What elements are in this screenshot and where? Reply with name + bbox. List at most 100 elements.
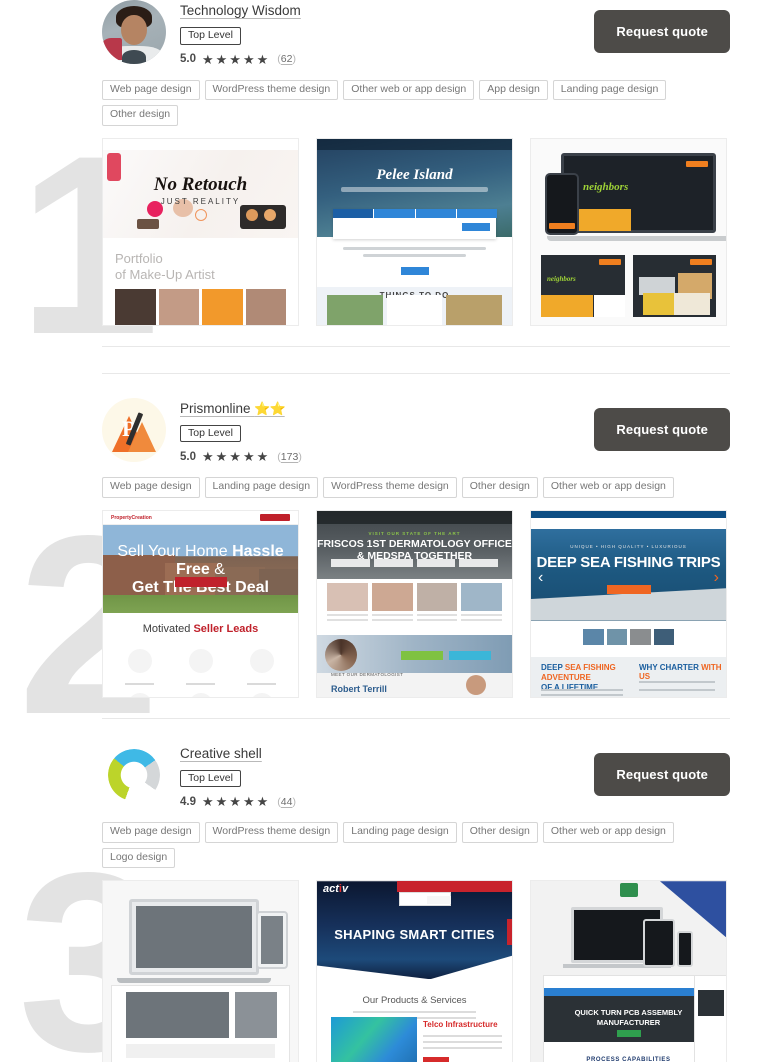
portfolio-feature-label: Telco Infrastructure [423,1020,498,1030]
seller-name-row: Technology Wisdom [180,2,594,20]
seller-listing-page: 1 Technology Wisdom Top Level 5.0 ★★★★★ … [0,0,764,1062]
portfolio-section-label: Portfolio of Make-Up Artist [115,250,215,283]
rating-score: 5.0 [180,450,196,463]
portfolio-item[interactable]: No Retouch JUST REALITY Portfolio of Make… [102,137,299,326]
review-count-number: 44 [280,795,293,808]
listing-divider [102,372,730,374]
portfolio-title: Pelee Island [376,166,453,183]
tag-landing-page-design[interactable]: Landing page design [343,822,457,843]
seller-name-text: Creative shell [180,745,262,761]
rating-row: 5.0 ★★★★★ (173) [180,450,594,463]
review-count[interactable]: (173) [277,451,302,463]
top-level-badge: Top Level [180,769,241,788]
tag-other-web-or-app-design[interactable]: Other web or app design [343,79,475,101]
top-level-badge: Top Level [180,424,241,443]
portfolio-caption: MEET OUR DERMATOLOGIST [331,671,404,677]
portfolio-section-label: Motivated Seller Leads [142,622,259,635]
portfolio-section-label-2: WHY CHARTER WITH US [639,662,722,681]
portfolio-section-label: Our Products & Services [362,995,467,1007]
seller-name-row: Creative shell [180,745,594,763]
seller-name-link[interactable]: Creative shell [180,746,262,761]
request-quote-button[interactable]: Request quote [594,10,730,53]
portfolio-item[interactable]: activ SHAPING SMART CITIES Our Products … [316,880,513,1062]
portfolio-title: SHAPING SMART CITIES [334,927,495,943]
seller-name-emoji: ⭐⭐ [254,400,285,416]
tag-wordpress-theme-design[interactable]: WordPress theme design [204,822,339,843]
tag-web-page-design[interactable]: Web page design [102,477,200,498]
carousel-prev-icon[interactable]: ‹ [538,569,543,587]
rating-row: 4.9 ★★★★★ (44) [180,795,594,808]
listing-divider [102,345,730,347]
seller-header: P Prismonline ⭐⭐ Top Level 5.0 ★★★★★ (17… [102,397,730,463]
carousel-next-icon[interactable]: › [714,569,719,587]
portfolio-thumbnails: No Retouch JUST REALITY Portfolio of Make… [102,137,730,326]
review-count[interactable]: (62) [277,53,296,65]
seller-listing: 1 Technology Wisdom Top Level 5.0 ★★★★★ … [0,0,764,374]
portfolio-title: DEEP SEA FISHING TRIPS [536,553,721,571]
portfolio-thumbnails: activ SHAPING SMART CITIES Our Products … [102,880,730,1062]
portfolio-title: Sell Your Home Hassle Free & Get The Best… [117,542,284,597]
portfolio-item[interactable]: VISIT OUR STATE OF THE ART FRISCOS 1ST D… [316,509,513,698]
avatar-image-prismonline[interactable]: P [102,397,166,462]
portfolio-item[interactable]: Pelee Island THINGS TO DO [316,137,513,326]
portfolio-title: No Retouch [153,173,248,195]
rating-row: 5.0 ★★★★★ (62) [180,53,594,66]
seller-header: Technology Wisdom Top Level 5.0 ★★★★★ (6… [102,0,730,66]
service-tags: Web page design WordPress theme design L… [102,822,730,869]
seller-header: Creative shell Top Level 4.9 ★★★★★ (44) … [102,742,730,808]
avatar[interactable] [102,0,166,64]
tag-other-web-or-app-design[interactable]: Other web or app design [542,822,674,843]
portfolio-title: QUICK TURN PCB ASSEMBLY MANUFACTURER [574,1008,683,1027]
tag-landing-page-design[interactable]: Landing page design [204,477,319,498]
tag-other-design[interactable]: Other design [461,822,538,843]
portfolio-section-label: PROCESS CAPABILITIES [586,1057,671,1062]
review-count-number: 173 [280,450,299,463]
review-count[interactable]: (44) [277,796,296,808]
portfolio-item[interactable]: neighbors neighbors [530,137,727,326]
seller-name-row: Prismonline ⭐⭐ [180,400,594,418]
paren-close: ) [292,53,296,65]
star-rating-icon: ★★★★★ [202,51,271,67]
paren-close: ) [298,450,302,463]
rating-score: 5.0 [180,53,196,65]
tag-other-design[interactable]: Other design [461,477,538,498]
seller-name-link[interactable]: Prismonline ⭐⭐ [180,400,286,417]
portfolio-thumbnails: PropertyCreation Sell Your Home Hassle F… [102,509,730,698]
tag-wordpress-theme-design[interactable]: WordPress theme design [204,79,339,101]
paren-close: ) [292,795,296,808]
tag-web-page-design[interactable]: Web page design [102,79,200,101]
avatar-image-technology-wisdom[interactable] [102,0,166,64]
portfolio-item[interactable] [102,880,299,1062]
listing-divider [102,717,730,719]
tag-logo-design[interactable]: Logo design [102,847,176,869]
portfolio-logo: activ [323,883,349,896]
tag-app-design[interactable]: App design [479,79,548,101]
rating-score: 4.9 [180,795,196,808]
tag-web-page-design[interactable]: Web page design [102,822,200,843]
avatar-image-creative-shell[interactable] [102,742,166,807]
seller-listing: 2 P Prismonline ⭐⭐ Top Level 5.0 ★★★★★ (… [0,397,764,753]
avatar[interactable] [102,742,166,807]
request-quote-button[interactable]: Request quote [594,407,730,451]
play-icon [194,208,207,221]
avatar[interactable]: P [102,397,166,462]
portfolio-kicker: UNIQUE • HIGH QUALITY • LUXURIOUS [570,543,687,549]
request-quote-button[interactable]: Request quote [594,752,730,796]
review-count-number: 62 [280,53,293,65]
portfolio-item[interactable]: QUICK TURN PCB ASSEMBLY MANUFACTURER PRO… [530,880,727,1062]
portfolio-item[interactable]: PropertyCreation Sell Your Home Hassle F… [102,509,299,698]
tag-other-web-or-app-design[interactable]: Other web or app design [542,477,674,498]
portfolio-item[interactable]: UNIQUE • HIGH QUALITY • LUXURIOUS DEEP S… [530,509,727,698]
tag-landing-page-design[interactable]: Landing page design [552,79,667,101]
tag-other-design[interactable]: Other design [102,105,179,126]
star-rating-icon: ★★★★★ [202,449,271,465]
star-rating-icon: ★★★★★ [202,794,271,810]
seller-name-link[interactable]: Technology Wisdom [180,3,301,18]
service-tags: Web page design WordPress theme design O… [102,79,730,126]
tag-wordpress-theme-design[interactable]: WordPress theme design [323,477,457,498]
seller-name-text: Technology Wisdom [180,3,301,18]
seller-name-text: Prismonline [180,400,251,416]
portfolio-subtitle: JUST REALITY [160,196,241,206]
portfolio-title: neighbors [583,180,629,193]
portfolio-kicker: VISIT OUR STATE OF THE ART [368,530,461,536]
